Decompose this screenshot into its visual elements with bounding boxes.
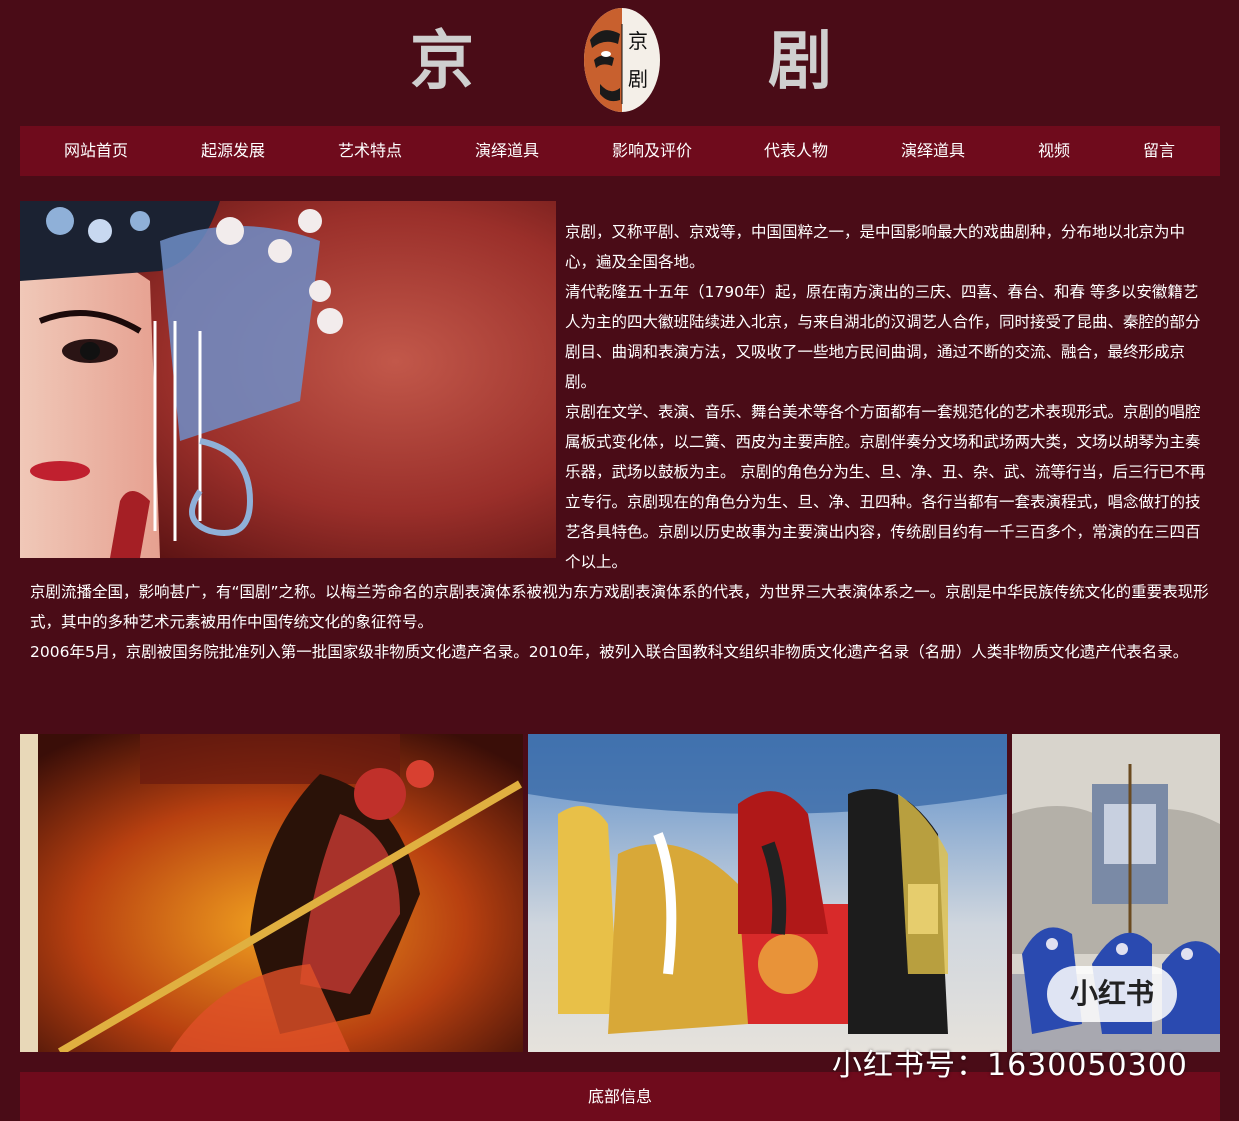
logo-char-bottom: 剧 <box>628 67 648 91</box>
intro-paragraph-1: 京剧，又称平剧、京戏等，中国国粹之一，是中国影响最大的戏曲剧种，分布地以北京为中… <box>565 223 1186 271</box>
nav-item-video[interactable]: 视频 <box>1038 126 1070 176</box>
opera-mask-logo: 京 剧 <box>580 4 664 116</box>
xiaohongshu-badge: 小红书 <box>1047 966 1177 1022</box>
nav-item-props[interactable]: 演绎道具 <box>475 126 539 176</box>
nav-item-message[interactable]: 留言 <box>1143 126 1175 176</box>
intro-text: 京剧，又称平剧、京戏等，中国国粹之一，是中国影响最大的戏曲剧种，分布地以北京为中… <box>565 217 1210 577</box>
site-title-right: 剧 <box>768 25 832 99</box>
influence-paragraph-1: 京剧流播全国，影响甚广，有“国剧”之称。以梅兰芳命名的京剧表演体系被视为东方戏剧… <box>30 583 1209 631</box>
main-nav: 网站首页 起源发展 艺术特点 演绎道具 影响及评价 代表人物 演绎道具 视频 留… <box>20 126 1220 176</box>
intro-paragraph-2: 清代乾隆五十五年（1790年）起，原在南方演出的三庆、四喜、春台、和春 等多以安… <box>565 283 1201 391</box>
nav-item-figures[interactable]: 代表人物 <box>764 126 828 176</box>
intro-paragraph-3: 京剧在文学、表演、音乐、舞台美术等各个方面都有一套规范化的艺术表现形式。京剧的唱… <box>565 403 1206 571</box>
site-title-left: 京 <box>410 25 474 99</box>
nav-item-influence[interactable]: 影响及评价 <box>612 126 692 176</box>
hero-opera-actress-image <box>20 201 556 558</box>
page: 京 京 剧 剧 网站首页 起源发展 艺术特点 演绎道具 影响及评价 代表人物 演… <box>0 0 1239 1121</box>
logo-char-top: 京 <box>628 29 648 53</box>
nav-item-origin[interactable]: 起源发展 <box>201 126 265 176</box>
influence-paragraph-2: 2006年5月，京剧被国务院批准列入第一批国家级非物质文化遗产名录。2010年，… <box>30 643 1189 661</box>
influence-text: 京剧流播全国，影响甚广，有“国剧”之称。以梅兰芳命名的京剧表演体系被视为东方戏剧… <box>30 577 1210 667</box>
nav-item-home[interactable]: 网站首页 <box>64 126 128 176</box>
gallery-image-stage-scene <box>528 734 1007 1052</box>
gallery-image-warrior <box>20 734 523 1052</box>
header: 京 京 剧 剧 <box>0 0 1239 126</box>
nav-item-art-features[interactable]: 艺术特点 <box>338 126 402 176</box>
xiaohongshu-account-watermark: 小红书号：1630050300 <box>832 1048 1188 1083</box>
nav-item-props-2[interactable]: 演绎道具 <box>901 126 965 176</box>
